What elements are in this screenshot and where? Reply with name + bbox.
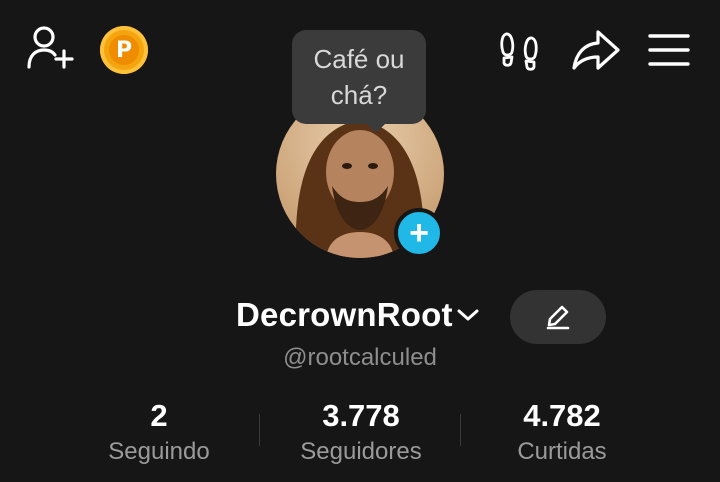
footprints-icon <box>500 32 538 71</box>
username: DecrownRoot <box>236 296 453 333</box>
add-friend-button[interactable] <box>24 24 78 74</box>
stat-following-value: 2 <box>150 398 168 433</box>
user-handle: @rootcalculed <box>283 344 437 371</box>
stat-likes-label: Curtidas <box>517 438 607 465</box>
note-line-2: chá? <box>330 80 388 110</box>
coin-button[interactable]: P <box>100 26 148 74</box>
stat-following[interactable]: 2 Seguindo <box>59 396 259 468</box>
share-profile-button[interactable] <box>570 26 622 76</box>
stat-following-label: Seguindo <box>108 438 210 465</box>
note-bubble[interactable]: Café ou chá? <box>292 30 426 124</box>
stat-likes-value: 4.782 <box>523 398 601 433</box>
stat-followers-value: 3.778 <box>322 398 400 433</box>
coin-letter: P <box>115 37 133 63</box>
profile-visitors-button[interactable] <box>498 28 542 74</box>
plus-icon: + <box>409 214 429 252</box>
add-story-button[interactable]: + <box>394 208 444 258</box>
stat-divider <box>460 414 461 446</box>
menu-icon <box>648 34 690 66</box>
share-icon <box>572 30 620 70</box>
note-bubble-tail <box>364 121 388 133</box>
coin-icon: P <box>109 35 139 65</box>
chevron-down-icon <box>457 309 479 321</box>
edit-profile-button[interactable] <box>510 290 606 344</box>
person-plus-icon <box>27 26 74 69</box>
stat-divider <box>259 414 260 446</box>
pencil-icon <box>546 305 570 330</box>
stat-followers[interactable]: 3.778 Seguidores <box>261 396 461 468</box>
stat-likes[interactable]: 4.782 Curtidas <box>462 396 662 468</box>
note-line-1: Café ou <box>313 44 405 74</box>
menu-button[interactable] <box>646 28 692 72</box>
username-switcher[interactable]: DecrownRoot <box>236 296 481 334</box>
stat-followers-label: Seguidores <box>300 438 422 465</box>
